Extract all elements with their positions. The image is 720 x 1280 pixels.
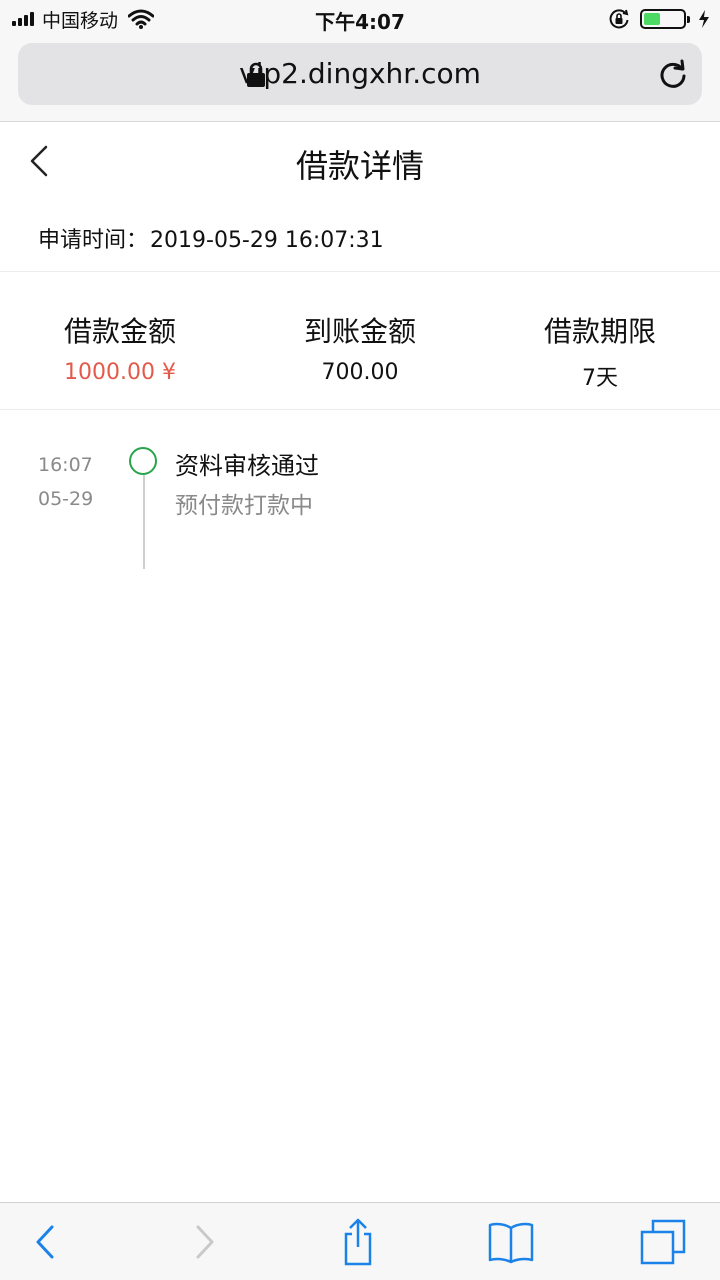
summary-loan-amount: 借款金额 1000.00 ¥ [0, 272, 240, 410]
apply-time-value: 2019-05-29 16:07:31 [150, 228, 384, 253]
browser-forward-button[interactable] [180, 1217, 230, 1267]
bookmarks-icon [488, 1222, 534, 1264]
loan-summary: 借款金额 1000.00 ¥ 到账金额 700.00 借款期限 7天 [0, 272, 720, 410]
back-icon [36, 1225, 54, 1259]
battery-icon [640, 9, 690, 29]
share-icon [344, 1218, 372, 1266]
browser-toolbar [0, 1202, 720, 1280]
timeline-date: 05-29 [38, 488, 94, 510]
tabs-icon [640, 1219, 686, 1265]
apply-time: 申请时间：2019-05-29 16:07:31 [38, 222, 384, 254]
timeline-description: 预付款打款中 [175, 493, 313, 519]
forward-icon [196, 1225, 214, 1259]
summary-value: 700.00 [321, 360, 399, 385]
share-button[interactable] [333, 1217, 383, 1267]
reload-icon[interactable] [658, 59, 688, 89]
page-title: 借款详情 [295, 147, 424, 185]
summary-loan-term: 借款期限 7天 [480, 272, 720, 410]
url-text: vip2.dingxhr.com [239, 57, 481, 90]
charging-icon [699, 10, 709, 28]
timeline-title: 资料审核通过 [175, 452, 319, 480]
summary-value: 1000.00 ¥ [64, 360, 176, 385]
browser-address-area: vip2.dingxhr.com [0, 40, 720, 122]
browser-back-button[interactable] [20, 1217, 70, 1267]
divider [0, 409, 720, 410]
timeline-time: 16:07 [38, 454, 93, 476]
bookmarks-button[interactable] [486, 1217, 536, 1267]
summary-value: 7天 [582, 366, 618, 391]
apply-time-label: 申请时间： [38, 228, 149, 253]
tabs-button[interactable] [638, 1217, 688, 1267]
summary-label: 借款期限 [543, 315, 656, 348]
address-bar[interactable]: vip2.dingxhr.com [18, 43, 702, 105]
summary-label: 到账金额 [303, 315, 416, 348]
summary-received-amount: 到账金额 700.00 [240, 272, 480, 410]
rotation-lock-icon [609, 9, 629, 29]
status-bar: 中国移动 下午4:07 [0, 0, 720, 40]
timeline-status-circle-icon [129, 447, 157, 475]
summary-label: 借款金额 [63, 315, 176, 348]
timeline-line [143, 475, 145, 569]
page-header: 借款详情 [0, 123, 720, 201]
